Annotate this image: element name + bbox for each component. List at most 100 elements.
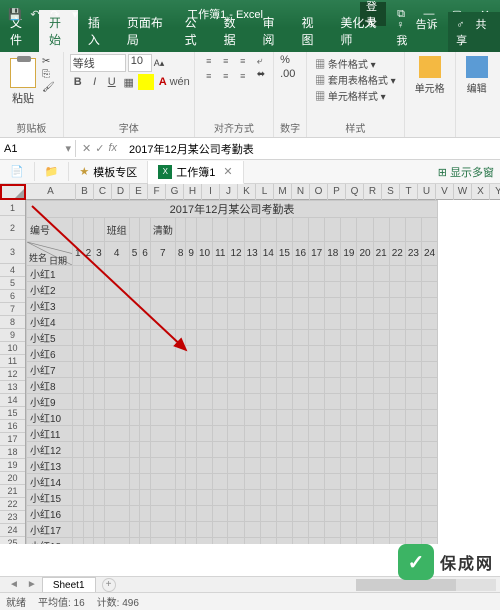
cell-styles-button[interactable]: ▦ 单元格样式 ▾ xyxy=(315,88,396,103)
row-headers[interactable]: 1234567891011121314151617181920212223242… xyxy=(0,200,26,544)
cell[interactable] xyxy=(309,218,325,242)
cell[interactable] xyxy=(421,458,437,474)
cell[interactable] xyxy=(292,346,308,362)
cell[interactable] xyxy=(140,426,151,442)
tab-view[interactable]: 视图 xyxy=(291,10,330,52)
cell[interactable] xyxy=(73,426,84,442)
cell[interactable] xyxy=(83,458,94,474)
row-header[interactable]: 11 xyxy=(0,355,25,368)
cell[interactable]: 班组 xyxy=(104,218,129,242)
cell[interactable] xyxy=(83,298,94,314)
cell[interactable] xyxy=(309,426,325,442)
cell[interactable] xyxy=(150,522,175,538)
cell[interactable] xyxy=(83,314,94,330)
cell[interactable] xyxy=(357,538,373,545)
cell[interactable] xyxy=(73,282,84,298)
cell[interactable] xyxy=(213,522,228,538)
cell[interactable] xyxy=(389,474,405,490)
cell[interactable]: 5 xyxy=(129,242,140,266)
cell[interactable] xyxy=(73,442,84,458)
cell[interactable] xyxy=(104,426,129,442)
cell[interactable] xyxy=(104,298,129,314)
cell[interactable] xyxy=(129,394,140,410)
cell[interactable] xyxy=(129,426,140,442)
cell[interactable] xyxy=(260,474,276,490)
cell[interactable] xyxy=(140,522,151,538)
cell[interactable] xyxy=(175,346,186,362)
cell[interactable] xyxy=(175,458,186,474)
cell[interactable]: 编号 xyxy=(27,218,73,242)
cell[interactable] xyxy=(373,362,389,378)
cell[interactable] xyxy=(276,394,292,410)
cell[interactable] xyxy=(276,458,292,474)
tab-insert[interactable]: 插入 xyxy=(78,10,117,52)
cell[interactable]: 小红12 xyxy=(27,442,73,458)
formula-bar[interactable]: 2017年12月某公司考勤表 xyxy=(123,139,500,159)
row-header[interactable]: 8 xyxy=(0,316,25,329)
cell[interactable] xyxy=(244,522,260,538)
cell[interactable] xyxy=(389,266,405,282)
col-header[interactable]: C xyxy=(94,184,112,200)
cell[interactable] xyxy=(73,538,84,545)
wrap-text-button[interactable]: ⤶ xyxy=(257,56,265,67)
cell[interactable] xyxy=(373,330,389,346)
col-header[interactable]: M xyxy=(274,184,292,200)
cell[interactable] xyxy=(140,346,151,362)
cell[interactable] xyxy=(389,490,405,506)
row-header[interactable]: 10 xyxy=(0,342,25,355)
cell[interactable] xyxy=(129,282,140,298)
cell[interactable] xyxy=(186,458,197,474)
cell[interactable] xyxy=(373,442,389,458)
cell[interactable] xyxy=(196,314,212,330)
cell[interactable] xyxy=(150,538,175,545)
cell[interactable] xyxy=(276,410,292,426)
cell[interactable] xyxy=(341,218,357,242)
col-header[interactable]: D xyxy=(112,184,130,200)
cell[interactable] xyxy=(228,442,244,458)
cell[interactable] xyxy=(140,266,151,282)
cell[interactable] xyxy=(244,538,260,545)
cell[interactable] xyxy=(129,218,140,242)
cell[interactable] xyxy=(405,474,421,490)
col-header[interactable]: K xyxy=(238,184,256,200)
cell[interactable] xyxy=(175,362,186,378)
cell[interactable] xyxy=(140,474,151,490)
row-header[interactable]: 3 xyxy=(0,240,25,264)
cell[interactable] xyxy=(373,522,389,538)
align-mid-icon[interactable]: ≡ xyxy=(218,54,234,68)
cell[interactable] xyxy=(292,538,308,545)
cell[interactable]: 小红2 xyxy=(27,282,73,298)
cell[interactable] xyxy=(325,378,341,394)
cell[interactable] xyxy=(260,266,276,282)
cell[interactable] xyxy=(405,442,421,458)
cell[interactable] xyxy=(325,330,341,346)
cell[interactable] xyxy=(186,538,197,545)
cell[interactable] xyxy=(421,378,437,394)
add-sheet-icon[interactable]: + xyxy=(102,578,116,592)
cell[interactable] xyxy=(175,218,186,242)
cell[interactable] xyxy=(104,282,129,298)
cell[interactable] xyxy=(73,218,84,242)
cell[interactable] xyxy=(341,362,357,378)
cell[interactable] xyxy=(405,362,421,378)
cell[interactable] xyxy=(175,522,186,538)
cell[interactable]: 小红6 xyxy=(27,346,73,362)
cell[interactable] xyxy=(325,490,341,506)
percent-icon[interactable]: % xyxy=(280,54,300,66)
align-right-icon[interactable]: ≡ xyxy=(235,69,251,83)
cell[interactable] xyxy=(276,538,292,545)
row-header[interactable]: 22 xyxy=(0,498,25,511)
share-button[interactable]: ♂ 共享 xyxy=(448,12,500,52)
cell[interactable] xyxy=(325,410,341,426)
cell[interactable] xyxy=(175,442,186,458)
cell[interactable] xyxy=(276,506,292,522)
cell[interactable] xyxy=(83,410,94,426)
col-header[interactable]: F xyxy=(148,184,166,200)
cell[interactable] xyxy=(175,378,186,394)
cell[interactable] xyxy=(73,410,84,426)
cell[interactable] xyxy=(104,490,129,506)
cell[interactable] xyxy=(175,538,186,545)
cell[interactable] xyxy=(421,218,437,242)
cell[interactable] xyxy=(341,266,357,282)
horizontal-scrollbar[interactable] xyxy=(356,579,496,591)
